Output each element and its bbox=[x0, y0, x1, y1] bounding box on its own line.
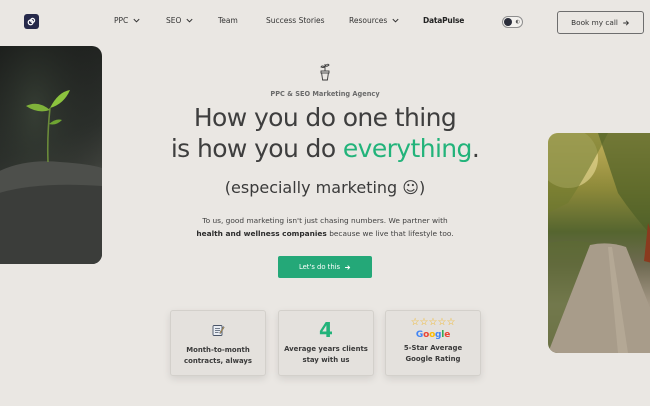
book-call-label: Book my call bbox=[571, 18, 618, 27]
nav-item-label: Team bbox=[218, 16, 238, 25]
card-line-1: Average years clients bbox=[284, 345, 368, 353]
nav-item-team[interactable]: Team bbox=[218, 16, 238, 25]
feature-card-contracts: Month-to-month contracts, always bbox=[170, 310, 266, 376]
nav-item-resources[interactable]: Resources bbox=[349, 16, 400, 25]
notepad-icon bbox=[212, 325, 225, 336]
nav-item-success-stories[interactable]: Success Stories bbox=[266, 16, 325, 25]
arrow-right-icon bbox=[345, 264, 351, 270]
card-stat-value: 4 bbox=[319, 318, 333, 342]
cta-label: Let's do this bbox=[298, 263, 341, 271]
nav-item-ppc[interactable]: PPC bbox=[114, 16, 141, 25]
hero-subheadline: (especially marketing ☺) bbox=[224, 178, 426, 197]
card-line-2: contracts, always bbox=[184, 357, 252, 365]
card-line-2: stay with us bbox=[302, 356, 350, 364]
star-rating-icon: ☆☆☆☆☆ bbox=[410, 317, 456, 328]
brand-name[interactable]: DataPulse bbox=[423, 16, 464, 25]
headline-line-1: How you do one thing bbox=[193, 103, 457, 132]
feature-card-client-years: 4 Average years clients stay with us bbox=[278, 310, 374, 376]
body-line-1: To us, good marketing isn't just chasing… bbox=[202, 216, 448, 225]
card-line-1: 5-Star Average bbox=[403, 344, 463, 352]
forest-road-photo bbox=[548, 133, 650, 353]
headline-suffix: . bbox=[471, 134, 480, 163]
headline-accent: everything bbox=[342, 134, 473, 163]
card-line-1: Month-to-month bbox=[186, 346, 250, 354]
body-line-2: health and wellness companies because we… bbox=[0, 227, 650, 240]
moon-icon: ◐ bbox=[515, 19, 520, 25]
logo-icon[interactable] bbox=[24, 14, 39, 29]
top-nav: PPC SEO Team Success Stories Resources D… bbox=[0, 0, 650, 44]
card-line-2: Google Rating bbox=[405, 355, 461, 363]
hero-headline: How you do one thing is how you do every… bbox=[0, 102, 650, 164]
nav-item-label: SEO bbox=[166, 16, 182, 25]
toggle-knob bbox=[504, 18, 512, 26]
theme-toggle[interactable]: ◐ bbox=[502, 16, 523, 28]
nav-item-seo[interactable]: SEO bbox=[166, 16, 194, 25]
hero-body: To us, good marketing isn't just chasing… bbox=[0, 214, 650, 240]
body-line-2-rest: because we live that lifestyle too. bbox=[326, 229, 454, 238]
nav-item-label: Resources bbox=[349, 16, 388, 25]
arrow-right-icon bbox=[623, 19, 629, 26]
book-call-button[interactable]: Book my call bbox=[557, 11, 644, 34]
nav-item-label: PPC bbox=[114, 16, 129, 25]
nav-item-label: Success Stories bbox=[266, 16, 325, 25]
eyebrow-text: PPC & SEO Marketing Agency bbox=[270, 90, 380, 98]
chevron-down-icon bbox=[186, 18, 193, 23]
google-logo: Google bbox=[415, 330, 451, 340]
chevron-down-icon bbox=[133, 18, 140, 23]
potted-plant-icon bbox=[320, 63, 330, 81]
chevron-down-icon bbox=[392, 18, 399, 23]
body-bold: health and wellness companies bbox=[196, 229, 327, 238]
headline-line-2: is how you do everything. bbox=[0, 133, 650, 164]
cta-button[interactable]: Let's do this bbox=[278, 256, 372, 278]
feature-card-google-rating: ☆☆☆☆☆ Google 5-Star Average Google Ratin… bbox=[385, 310, 481, 376]
headline-line-2-prefix: is how you do bbox=[170, 134, 343, 163]
